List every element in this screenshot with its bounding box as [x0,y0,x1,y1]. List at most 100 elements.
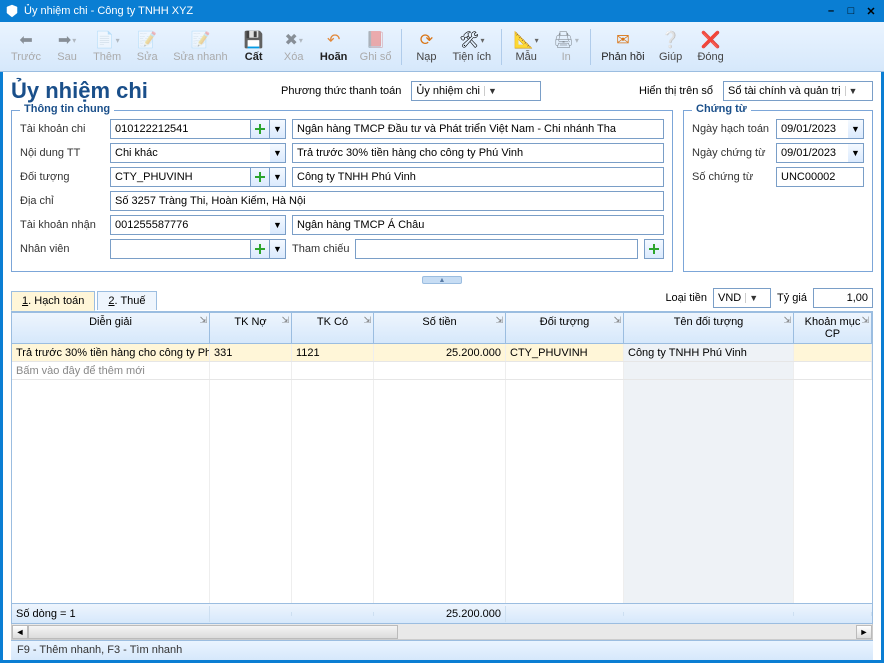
content-desc-input[interactable]: Trả trước 30% tiền hàng cho công ty Phú … [292,143,664,163]
tab-tax[interactable]: 2. Thuế [97,291,156,310]
tb-help[interactable]: ❔Giúp [652,27,690,66]
display-book-value: Sổ tài chính và quản trị [728,85,841,97]
col-sotien[interactable]: Số tiền⇲ [374,313,506,343]
chevron-down-icon: ▼ [845,86,861,96]
general-legend: Thông tin chung [20,103,114,115]
currency-combo[interactable]: VND ▼ [713,288,771,308]
titlebar: Ủy nhiệm chi - Công ty TNHH XYZ – □ ✕ [0,0,884,22]
tb-prev[interactable]: ⬅Trước [6,27,46,66]
recv-account-dropdown-button[interactable]: ▼ [270,215,286,235]
cell-tkco[interactable]: 1121 [292,344,374,361]
main-toolbar: ⬅Trước ➡▾Sau 📄▾Thêm 📝Sửa 📝Sửa nhanh 💾Cất… [0,22,884,72]
tb-template[interactable]: 📐▾Mẫu [507,27,545,66]
address-label: Địa chỉ [20,195,104,207]
toolbar-separator [401,29,402,65]
tb-load[interactable]: ⟳Nạp [407,27,445,66]
voucher-date-input[interactable]: 09/01/2023 [776,143,848,163]
page-header-row: Ủy nhiệm chi Phương thức thanh toán Ủy n… [11,78,873,104]
post-date-input[interactable]: 09/01/2023 [776,119,848,139]
minimize-button[interactable]: – [822,4,840,18]
tb-quickedit[interactable]: 📝Sửa nhanh [168,27,232,66]
col-kmcp[interactable]: Khoản mục CP⇲ [794,313,872,343]
tb-feedback[interactable]: ✉Phản hồi [596,27,649,66]
content-dropdown-button[interactable]: ▼ [270,143,286,163]
voucher-no-input[interactable]: UNC00002 [776,167,864,187]
pin-icon: ⇲ [363,315,371,326]
cell-doituong[interactable]: CTY_PHUVINH [506,344,624,361]
bank-name-display[interactable]: Ngân hàng TMCP Đầu tư và Phát triển Việt… [292,119,664,139]
account-dropdown-button[interactable]: ▼ [270,119,286,139]
scroll-track[interactable] [28,625,856,639]
tb-utility[interactable]: 🛠▾Tiện ích [447,27,496,66]
delete-icon: ✖▾ [284,30,304,50]
payment-method-value: Ủy nhiệm chi [416,85,480,97]
tab-accounting[interactable]: 1. Hạch toán [11,291,95,311]
splitter-handle[interactable]: ▲ [422,276,462,284]
object-label: Đối tượng [20,171,104,183]
toolbar-separator [590,29,591,65]
app-window: Ủy nhiệm chi - Công ty TNHH XYZ – □ ✕ ⬅T… [0,0,884,663]
col-tkno[interactable]: TK Nợ⇲ [210,313,292,343]
tb-edit[interactable]: 📝Sửa [128,27,166,66]
cell-kmcp[interactable] [794,344,872,361]
help-icon: ❔ [661,30,681,50]
tb-close[interactable]: ❌Đóng [692,27,730,66]
account-add-button[interactable] [250,119,270,139]
object-name-input[interactable]: Công ty TNHH Phú Vinh [292,167,664,187]
horizontal-splitter: ▲ [11,274,873,286]
ref-input[interactable] [355,239,638,259]
grid-body[interactable]: Trả trước 30% tiền hàng cho công ty Ph 3… [12,344,872,603]
cell-desc[interactable]: Trả trước 30% tiền hàng cho công ty Ph [12,344,210,361]
display-book-combo[interactable]: Sổ tài chính và quản trị ▼ [723,81,873,101]
post-date-picker-button[interactable]: ▼ [848,119,864,139]
scroll-left-button[interactable]: ◄ [12,625,28,639]
close-button[interactable]: ✕ [862,4,880,18]
address-input[interactable]: Số 3257 Tràng Thi, Hoàn Kiếm, Hà Nội [110,191,664,211]
table-row[interactable]: Trả trước 30% tiền hàng cho công ty Ph 3… [12,344,872,362]
object-add-button[interactable] [250,167,270,187]
utility-icon: 🛠▾ [462,30,482,50]
new-row-hint[interactable]: Bấm vào đây để thêm mới [12,362,210,379]
horizontal-scrollbar[interactable]: ◄ ► [11,624,873,640]
col-doituong[interactable]: Đối tượng⇲ [506,313,624,343]
employee-input[interactable] [110,239,250,259]
col-desc[interactable]: Diễn giải⇲ [12,313,210,343]
cell-tendt[interactable]: Công ty TNHH Phú Vinh [624,344,794,361]
rate-input[interactable] [813,288,873,308]
recv-account-input[interactable]: 001255587776 [110,215,270,235]
cell-tkno[interactable]: 331 [210,344,292,361]
cell-sotien[interactable]: 25.200.000 [374,344,506,361]
account-label: Tài khoản chi [20,123,104,135]
tb-next[interactable]: ➡▾Sau [48,27,86,66]
tb-print[interactable]: 🖨▾In [547,27,585,66]
voucher-date-picker-button[interactable]: ▼ [848,143,864,163]
recv-account-label: Tài khoản nhận [20,219,104,231]
object-code-input[interactable]: CTY_PHUVINH [110,167,250,187]
tb-post[interactable]: 📕Ghi sổ [355,27,397,66]
scroll-thumb[interactable] [28,625,398,639]
table-new-row[interactable]: Bấm vào đây để thêm mới [12,362,872,380]
maximize-button[interactable]: □ [842,4,860,18]
employee-dropdown-button[interactable]: ▼ [270,239,286,259]
recv-bank-input[interactable]: Ngân hàng TMCP Á Châu [292,215,664,235]
tb-delete[interactable]: ✖▾Xóa [275,27,313,66]
object-dropdown-button[interactable]: ▼ [270,167,286,187]
ref-label: Tham chiếu [292,243,349,255]
col-tkco[interactable]: TK Có⇲ [292,313,374,343]
employee-add-button[interactable] [250,239,270,259]
tb-add[interactable]: 📄▾Thêm [88,27,126,66]
detail-tabs: 1. Hạch toán 2. Thuế Loại tiền VND ▼ Tỷ … [11,288,873,312]
content-combo[interactable]: Chi khác [110,143,270,163]
file-edit-icon: 📝 [137,30,157,50]
account-input[interactable]: 010122212541 [110,119,250,139]
scroll-right-button[interactable]: ► [856,625,872,639]
grid-header: Diễn giải⇲ TK Nợ⇲ TK Có⇲ Số tiền⇲ Đối tư… [12,313,872,344]
col-tendt[interactable]: Tên đối tượng⇲ [624,313,794,343]
plus-icon [648,243,660,255]
payment-method-combo[interactable]: Ủy nhiệm chi ▼ [411,81,541,101]
tb-undo[interactable]: ↶Hoãn [315,27,353,66]
print-icon: 🖨▾ [556,30,576,50]
chevron-down-icon: ▼ [484,86,500,96]
tb-save[interactable]: 💾Cất [235,27,273,66]
ref-add-button[interactable] [644,239,664,259]
